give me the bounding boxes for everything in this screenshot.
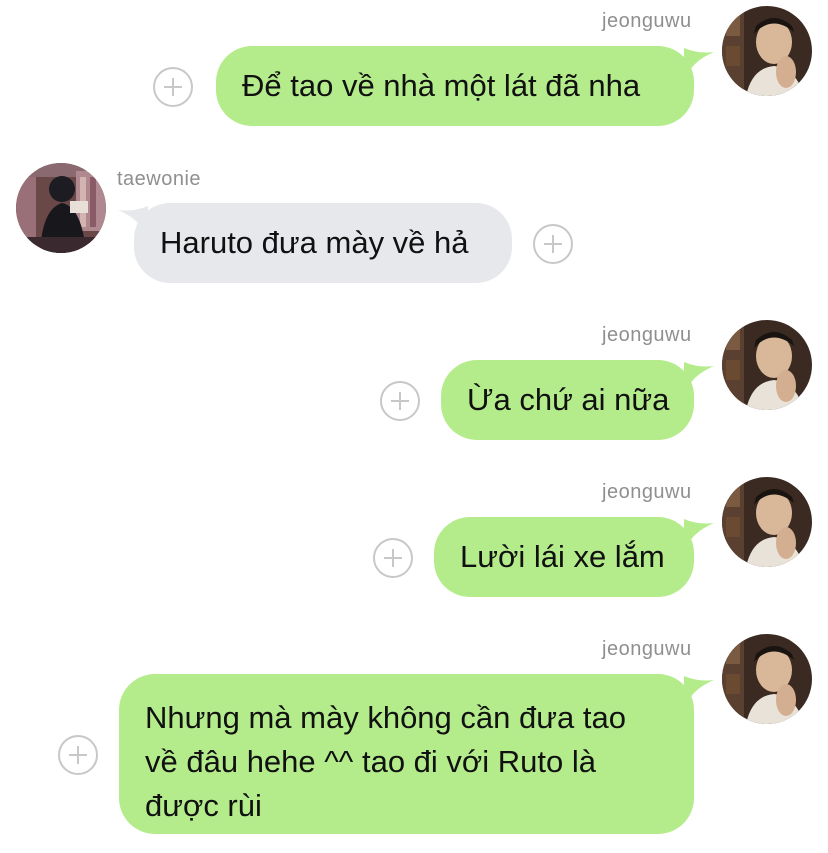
- message-bubble[interactable]: Haruto đưa mày về hả: [134, 203, 512, 283]
- avatar-jeonguwu[interactable]: [722, 634, 812, 724]
- message-text: Để tao về nhà một lát đã nha: [242, 68, 641, 103]
- sender-name: jeonguwu: [602, 481, 692, 503]
- sender-name: jeonguwu: [602, 10, 692, 32]
- chat-thread: jeonguwu Để tao về nhà một lát đã nha ta…: [0, 0, 828, 853]
- plus-icon: [391, 392, 409, 410]
- message-bubble[interactable]: Để tao về nhà một lát đã nha: [216, 46, 694, 126]
- plus-icon: [69, 746, 87, 764]
- bubble-tail: [684, 519, 714, 553]
- message-text: Ừa chứ ai nữa: [467, 382, 670, 417]
- add-reaction-button[interactable]: [373, 538, 413, 578]
- sender-name: taewonie: [117, 168, 202, 190]
- bubble-tail: [684, 676, 714, 710]
- message-bubble[interactable]: Ừa chứ ai nữa: [441, 360, 694, 440]
- plus-icon: [384, 549, 402, 567]
- message-text: Haruto đưa mày về hả: [160, 225, 469, 260]
- avatar-jeonguwu[interactable]: [722, 477, 812, 567]
- message-text: Lười lái xe lắm: [460, 539, 665, 574]
- message-text: Nhưng mà mày không cần đưa tao về đâu he…: [145, 700, 626, 823]
- message-bubble[interactable]: Lười lái xe lắm: [434, 517, 694, 597]
- avatar-taewonie[interactable]: [16, 163, 106, 253]
- plus-icon: [544, 235, 562, 253]
- avatar-jeonguwu[interactable]: [722, 6, 812, 96]
- bubble-tail: [684, 48, 714, 82]
- bubble-tail: [684, 362, 714, 396]
- sender-name: jeonguwu: [602, 324, 692, 346]
- sender-name: jeonguwu: [602, 638, 692, 660]
- message-bubble[interactable]: Nhưng mà mày không cần đưa tao về đâu he…: [119, 674, 694, 834]
- add-reaction-button[interactable]: [533, 224, 573, 264]
- avatar-jeonguwu[interactable]: [722, 320, 812, 410]
- add-reaction-button[interactable]: [153, 67, 193, 107]
- add-reaction-button[interactable]: [58, 735, 98, 775]
- plus-icon: [164, 78, 182, 96]
- add-reaction-button[interactable]: [380, 381, 420, 421]
